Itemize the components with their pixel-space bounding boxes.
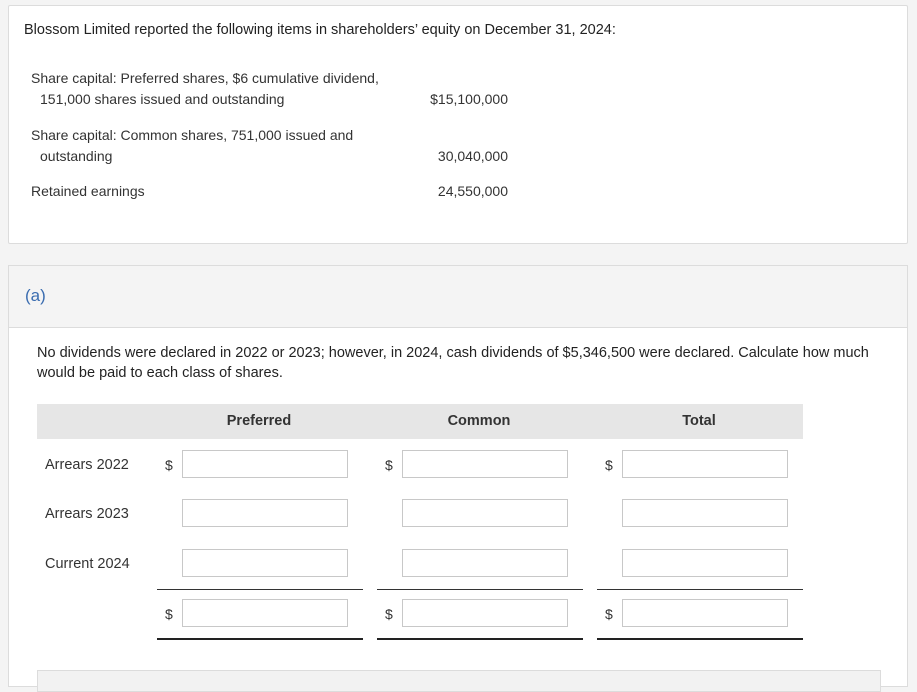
problem-intro: Blossom Limited reported the following i…: [24, 22, 616, 38]
total-double-rule: [377, 638, 583, 640]
equity-item-retained-label: Retained earnings: [31, 181, 145, 202]
column-header-preferred: Preferred: [226, 413, 292, 429]
total-preferred-input[interactable]: [182, 599, 348, 627]
equity-item-line1: Share capital: Preferred shares, $6 cumu…: [31, 70, 379, 86]
column-header-total: Total: [682, 413, 716, 429]
problem-statement-card: Blossom Limited reported the following i…: [8, 5, 908, 244]
row-label-arrears-2022: Arrears 2022: [45, 457, 129, 473]
subtotal-rule: [157, 589, 363, 590]
arrears-2023-total-input[interactable]: [622, 499, 788, 527]
part-a-section: (a) No dividends were declared in 2022 o…: [8, 265, 908, 692]
arrears-2022-total-input[interactable]: [622, 450, 788, 478]
current-2024-common-input[interactable]: [402, 549, 568, 577]
arrears-2023-common-input[interactable]: [402, 499, 568, 527]
total-double-rule: [157, 638, 363, 640]
current-2024-total-input[interactable]: [622, 549, 788, 577]
currency-symbol: $: [385, 606, 393, 622]
equity-item-preferred-value: $15,100,000: [430, 91, 508, 107]
arrears-2023-preferred-input[interactable]: [182, 499, 348, 527]
equity-item-common-label: Share capital: Common shares, 751,000 is…: [31, 125, 353, 167]
subtotal-rule: [377, 589, 583, 590]
total-double-rule: [597, 638, 803, 640]
total-total-input[interactable]: [622, 599, 788, 627]
equity-item-line2: 151,000 shares issued and outstanding: [40, 91, 285, 107]
column-header-common: Common: [447, 413, 511, 429]
part-a-label: (a): [25, 286, 46, 305]
row-label-current-2024: Current 2024: [45, 556, 130, 572]
equity-item-line1: Retained earnings: [31, 183, 145, 199]
current-2024-preferred-input[interactable]: [182, 549, 348, 577]
subtotal-rule: [597, 589, 803, 590]
part-a-question: No dividends were declared in 2022 or 20…: [37, 345, 869, 381]
currency-symbol: $: [385, 457, 393, 473]
currency-symbol: $: [605, 606, 613, 622]
next-section-card: [37, 670, 881, 692]
currency-symbol: $: [165, 457, 173, 473]
equity-item-preferred-label: Share capital: Preferred shares, $6 cumu…: [31, 68, 379, 110]
row-label-arrears-2023: Arrears 2023: [45, 506, 129, 522]
total-common-input[interactable]: [402, 599, 568, 627]
arrears-2022-preferred-input[interactable]: [182, 450, 348, 478]
equity-item-line1: Share capital: Common shares, 751,000 is…: [31, 127, 354, 143]
equity-item-line2: outstanding: [40, 148, 113, 164]
arrears-2022-common-input[interactable]: [402, 450, 568, 478]
table-header: Preferred Common Total: [37, 404, 803, 439]
equity-item-common-value: 30,040,000: [437, 148, 508, 164]
currency-symbol: $: [605, 457, 613, 473]
currency-symbol: $: [165, 606, 173, 622]
equity-item-retained-value: 24,550,000: [437, 183, 508, 199]
part-a-header: (a): [9, 266, 907, 328]
